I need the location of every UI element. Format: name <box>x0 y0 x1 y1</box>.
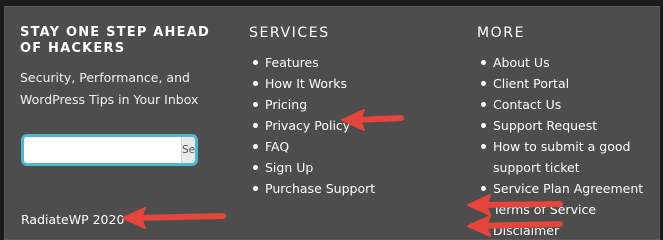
copyright-text: RadiateWP 2020 <box>21 212 125 227</box>
list-item: Disclaimer <box>477 220 661 240</box>
more-link-support-request[interactable]: Support Request <box>493 118 597 133</box>
list-item: Contact Us <box>477 94 661 115</box>
services-link-pricing[interactable]: Pricing <box>265 97 307 112</box>
list-item: Support Request <box>477 115 661 136</box>
site-footer: STAY ONE STEP AHEAD OF HACKERS Security,… <box>4 6 660 240</box>
services-link-features[interactable]: Features <box>265 55 319 70</box>
list-item: FAQ <box>249 136 459 157</box>
list-item: Features <box>249 52 459 73</box>
more-heading: MORE <box>477 25 526 41</box>
search-button[interactable]: Search <box>181 137 195 163</box>
list-item: Pricing <box>249 94 459 115</box>
newsletter-column: STAY ONE STEP AHEAD OF HACKERS Security,… <box>20 25 220 227</box>
search-input[interactable] <box>24 137 181 163</box>
more-link-support-ticket[interactable]: How to submit a good support ticket <box>493 139 630 175</box>
list-item: Sign Up <box>249 157 459 178</box>
services-heading: SERVICES <box>249 25 330 41</box>
list-item: Purchase Support <box>249 178 459 199</box>
more-link-service-plan-agreement[interactable]: Service Plan Agreement <box>493 181 643 196</box>
services-link-privacy-policy[interactable]: Privacy Policy <box>265 118 350 133</box>
services-link-faq[interactable]: FAQ <box>265 139 289 154</box>
services-column: SERVICES Features How It Works Pricing P… <box>249 25 459 199</box>
more-link-contact-us[interactable]: Contact Us <box>493 97 561 112</box>
newsletter-tagline: Security, Performance, and WordPress Tip… <box>20 70 199 107</box>
more-link-disclaimer[interactable]: Disclaimer <box>493 223 559 238</box>
list-item: About Us <box>477 52 661 73</box>
more-link-terms-of-service[interactable]: Terms of Service <box>493 202 596 217</box>
list-item: Service Plan Agreement <box>477 178 661 199</box>
list-item: How to submit a good support ticket <box>477 136 661 178</box>
more-link-client-portal[interactable]: Client Portal <box>493 76 569 91</box>
list-item: Terms of Service <box>477 199 661 220</box>
services-link-how-it-works[interactable]: How It Works <box>265 76 347 91</box>
newsletter-heading: STAY ONE STEP AHEAD OF HACKERS <box>20 25 210 56</box>
services-list: Features How It Works Pricing Privacy Po… <box>249 52 459 199</box>
more-column: MORE About Us Client Portal Contact Us S… <box>477 25 661 240</box>
services-link-sign-up[interactable]: Sign Up <box>265 160 313 175</box>
services-link-purchase-support[interactable]: Purchase Support <box>265 181 375 196</box>
more-list: About Us Client Portal Contact Us Suppor… <box>477 52 661 240</box>
list-item: How It Works <box>249 73 459 94</box>
list-item: Privacy Policy <box>249 115 459 136</box>
search-form: Search <box>21 134 198 166</box>
more-link-about-us[interactable]: About Us <box>493 55 550 70</box>
list-item: Client Portal <box>477 73 661 94</box>
